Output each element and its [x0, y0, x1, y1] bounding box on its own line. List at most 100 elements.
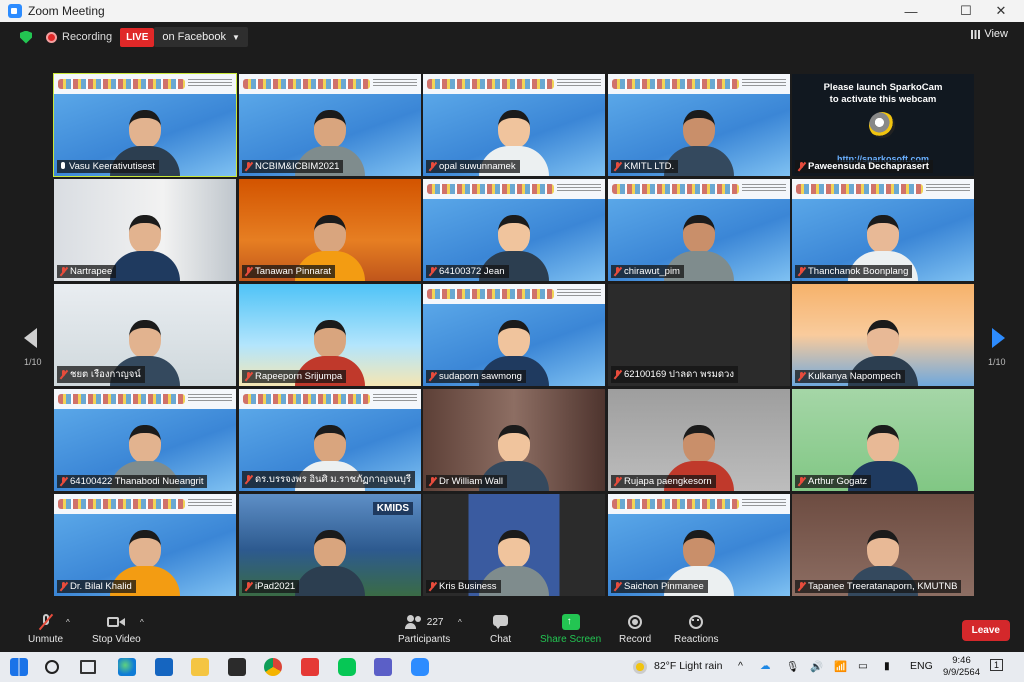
participant-name: Rapeeporn Srijumpa [255, 371, 343, 382]
chat-button[interactable]: Chat [490, 614, 511, 645]
participant-tile[interactable]: KMITL LTD. [608, 74, 790, 176]
edge-browser-icon[interactable] [118, 658, 136, 676]
microsoft-store-icon[interactable] [228, 658, 246, 676]
conference-slide-header [54, 389, 236, 409]
window-titlebar: Zoom Meeting — ☐ ✕ [0, 0, 1024, 22]
microphone-muted-icon [429, 267, 436, 276]
search-circle-icon[interactable] [45, 660, 59, 674]
gallery-grid: Vasu Keerativutisest NCBIM&ICBIM2021 opal … [53, 73, 974, 598]
tray-chevron-icon[interactable]: ^ [738, 660, 743, 672]
participant-tile[interactable]: NCBIM&ICBIM2021 [239, 74, 421, 176]
participant-name-tag: ดร.บรรจงพร อินศิ ม.ราชภัฏกาญจนบุรี [242, 471, 416, 488]
participant-tile[interactable]: Tapanee Treeratanaporn, KMUTNB [792, 494, 974, 596]
live-badge[interactable]: LIVE [120, 27, 155, 47]
participant-name: 62100169 ปาลดา พรมดวง [624, 369, 735, 380]
meeting-toolbar: Unmute ^ Stop Video ^ 227 Participants ^ [0, 608, 1024, 652]
record-button[interactable]: Record [619, 614, 651, 645]
notification-count: 1 [994, 660, 1000, 670]
sparkocam-logo-icon [869, 112, 895, 138]
participant-name-tag: Dr William Wall [426, 475, 508, 488]
participant-tile[interactable]: opal suwunnamek [423, 74, 605, 176]
participant-tile[interactable]: chirawut_pim [608, 179, 790, 281]
mail-icon[interactable] [155, 658, 173, 676]
participant-tile[interactable]: sudaporn sawmong [423, 284, 605, 386]
task-view-icon[interactable] [80, 660, 96, 674]
minimize-button[interactable]: — [888, 0, 934, 22]
conference-slide-header [239, 74, 421, 94]
participant-tile[interactable]: KMIDS iPad2021 [239, 494, 421, 596]
participant-tile[interactable]: Rapeeporn Srijumpa [239, 284, 421, 386]
page-indicator-left: 1/10 [24, 357, 42, 367]
microphone-muted-icon [429, 162, 436, 171]
participant-tile[interactable]: Saichon Pinmanee [608, 494, 790, 596]
record-label: Record [619, 634, 652, 645]
chrome-browser-icon[interactable] [264, 658, 282, 676]
participant-tile[interactable]: Nartrapee [54, 179, 236, 281]
acrobat-pdf-icon[interactable] [301, 658, 319, 676]
participant-tile[interactable]: ชยต เรืองกาญจน์ [54, 284, 236, 386]
reactions-button[interactable]: Reactions [674, 614, 718, 645]
participant-name-tag: NCBIM&ICBIM2021 [242, 160, 344, 173]
windows-start-icon[interactable] [10, 658, 28, 676]
file-explorer-icon[interactable] [191, 658, 209, 676]
participant-tile[interactable]: Dr. Bilal Khalid [54, 494, 236, 596]
live-target-dropdown[interactable]: on Facebook ▼ [154, 27, 248, 47]
participant-tile[interactable]: Kris Business [423, 494, 605, 596]
participant-tile[interactable]: Arthur Gogatz [792, 389, 974, 491]
zoom-taskbar-icon[interactable] [411, 658, 429, 676]
battery-icon[interactable]: ▮ [884, 660, 890, 672]
participants-count: 227 [426, 616, 444, 628]
clock-date: 9/9/2564 [943, 667, 980, 678]
network-icon[interactable]: 📶 [834, 660, 847, 673]
previous-page-arrow-icon[interactable] [24, 328, 37, 348]
participant-name: Tapanee Treeratanaporn, KMUTNB [808, 581, 958, 592]
notification-center-icon[interactable]: 1 [990, 659, 1004, 671]
conference-slide-header [423, 74, 605, 94]
participants-caret-icon[interactable]: ^ [458, 618, 462, 627]
participant-tile[interactable]: Tanawan Pinnarat [239, 179, 421, 281]
sparkocam-message: Please launch SparkoCam [823, 82, 943, 93]
volume-icon[interactable]: 🔊 [810, 660, 823, 673]
video-options-caret-icon[interactable]: ^ [140, 618, 144, 627]
leave-button[interactable]: Leave [961, 620, 1010, 641]
participant-tile[interactable]: Kulkanya Napompech [792, 284, 974, 386]
participant-tile[interactable]: Please launch SparkoCam to activate this … [792, 74, 974, 176]
input-language[interactable]: ENG [910, 660, 933, 672]
microphone-tray-icon[interactable]: 🎙 [786, 660, 799, 673]
stop-video-label: Stop Video [92, 634, 141, 645]
audio-options-caret-icon[interactable]: ^ [66, 618, 70, 627]
participants-button[interactable]: 227 Participants [398, 614, 450, 645]
weather-text[interactable]: 82°F Light rain [654, 660, 722, 672]
participant-name-tag: sudaporn sawmong [426, 370, 526, 383]
chat-label: Chat [490, 634, 512, 645]
participant-name-tag: 64100422 Thanabodi Nueangrit [57, 475, 208, 488]
participant-tile[interactable]: Vasu Keerativutisest [53, 73, 237, 177]
security-shield-icon[interactable] [20, 30, 32, 44]
share-screen-button[interactable]: ↑ Share Screen [540, 614, 601, 645]
conference-slide-header [608, 494, 790, 514]
participant-name: Dr William Wall [439, 476, 504, 487]
microphone-muted-icon [245, 267, 252, 276]
participant-tile[interactable]: 64100372 Jean [423, 179, 605, 281]
clock[interactable]: 9:46 9/9/2564 [943, 655, 980, 679]
onedrive-cloud-icon[interactable]: ☁ [760, 660, 771, 672]
participant-tile[interactable]: Rujapa paengkesorn [608, 389, 790, 491]
participant-tile[interactable]: ดร.บรรจงพร อินศิ ม.ราชภัฏกาญจนบุรี [239, 389, 421, 491]
unmute-button[interactable]: Unmute [28, 613, 63, 645]
participant-name: Tanawan Pinnarat [255, 266, 332, 277]
participant-tile[interactable]: 62100169 ปาลดา พรมดวง [608, 284, 790, 386]
participant-tile[interactable]: Dr William Wall [423, 389, 605, 491]
stop-video-button[interactable]: Stop Video [92, 614, 141, 645]
display-icon[interactable]: ▭ [858, 660, 868, 672]
participant-name: Thanchanok Boonplang [808, 266, 909, 277]
recording-label[interactable]: Recording [62, 31, 112, 43]
participant-name: NCBIM&ICBIM2021 [255, 161, 340, 172]
participant-tile[interactable]: 64100422 Thanabodi Nueangrit [54, 389, 236, 491]
close-button[interactable]: ✕ [978, 0, 1024, 22]
next-page-arrow-icon[interactable] [992, 328, 1005, 348]
participants-icon [404, 614, 423, 630]
teams-icon[interactable] [374, 658, 392, 676]
participant-tile[interactable]: Thanchanok Boonplang [792, 179, 974, 281]
line-app-icon[interactable] [338, 658, 356, 676]
view-button[interactable]: View [971, 28, 1008, 40]
